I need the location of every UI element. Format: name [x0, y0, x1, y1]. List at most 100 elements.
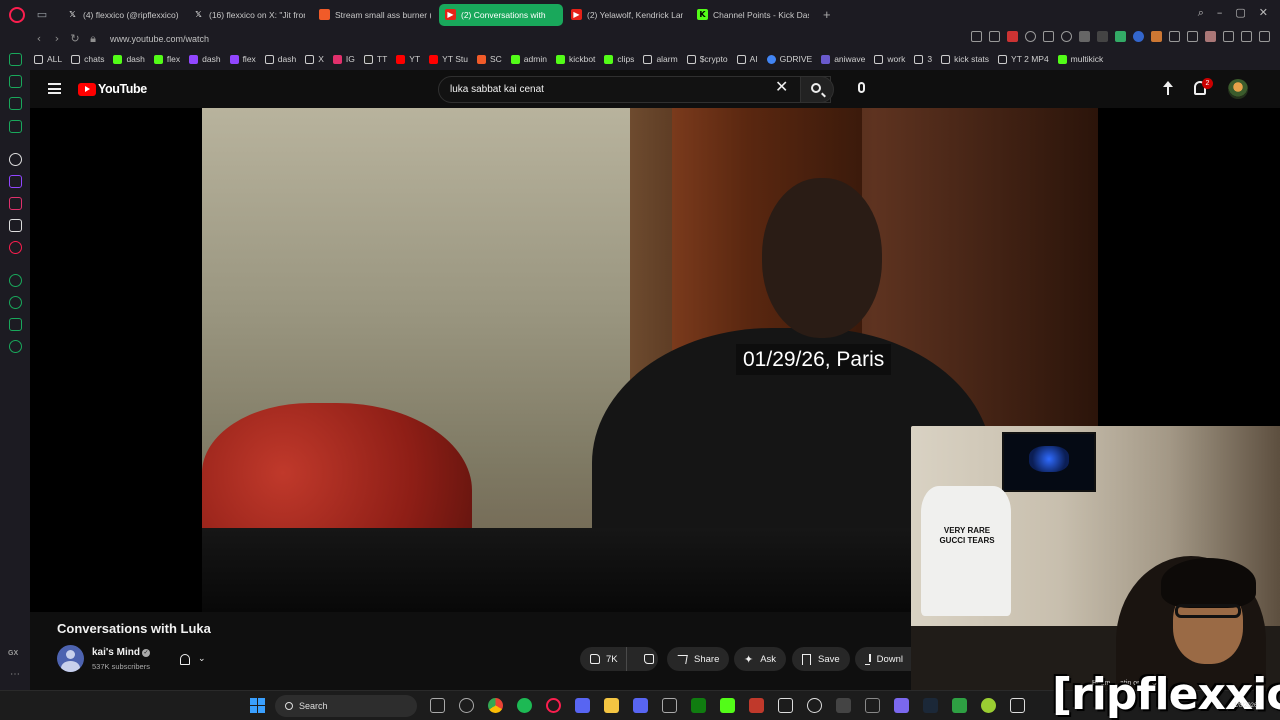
account-avatar[interactable] — [1228, 79, 1248, 99]
menu-hamburger-icon[interactable] — [48, 83, 61, 94]
forward-icon[interactable]: › — [48, 32, 66, 45]
channel-name[interactable]: kai's Mind — [92, 647, 140, 658]
clear-search-icon[interactable]: ✕ — [775, 79, 788, 95]
browser-tab[interactable]: Stream small ass burner ( — [313, 4, 437, 26]
play-icon[interactable] — [1043, 31, 1054, 42]
filter-icon[interactable] — [1169, 31, 1180, 42]
more-dots-icon[interactable]: ⋯ — [10, 669, 20, 680]
bookmark[interactable]: X — [305, 54, 324, 64]
browser-tab[interactable]: 𝕏 (16) flexxico on X: "Jit from — [187, 4, 311, 26]
heart-icon[interactable] — [1025, 31, 1036, 42]
app-icon[interactable] — [662, 698, 677, 713]
puzzle-icon[interactable] — [1187, 31, 1198, 42]
bookmark[interactable]: alarm — [643, 54, 678, 64]
save-button[interactable]: Save — [792, 647, 850, 671]
subscription-notifications-button[interactable]: ⌄ — [172, 648, 222, 670]
bookmark[interactable]: flex — [153, 54, 180, 64]
globe-icon[interactable] — [1133, 31, 1144, 42]
task-view-icon[interactable] — [430, 698, 445, 713]
tab-list-icon[interactable]: ▭ — [35, 8, 49, 22]
bookmark[interactable]: dash — [189, 54, 221, 64]
download-button[interactable]: Downl — [855, 647, 913, 671]
bookmark[interactable]: YT Stu — [429, 54, 468, 64]
x-icon[interactable] — [9, 219, 22, 232]
history-icon[interactable] — [9, 296, 22, 309]
app-icon[interactable] — [1010, 698, 1025, 713]
app-icon[interactable] — [749, 698, 764, 713]
bookmark[interactable]: ALL — [34, 54, 62, 64]
app-icon[interactable] — [836, 698, 851, 713]
dislike-button[interactable] — [634, 647, 664, 671]
steam-icon[interactable] — [923, 698, 938, 713]
opera-gx-icon[interactable] — [546, 698, 561, 713]
youtube-logo[interactable]: YouTube — [78, 82, 147, 96]
browser-tab[interactable]: 𝕏 (4) flexxico (@ripflexxico) — [61, 4, 185, 26]
settings-gear-icon[interactable] — [459, 698, 474, 713]
bookmark[interactable]: flex — [229, 54, 256, 64]
bookmark[interactable]: kickbot — [555, 54, 595, 64]
snapshot-icon[interactable] — [989, 31, 1000, 42]
chrome-icon[interactable] — [488, 698, 503, 713]
app-icon[interactable] — [720, 698, 735, 713]
browser-tab[interactable]: ▶ (2) Yelawolf, Kendrick Lam — [565, 4, 689, 26]
taskbar-search[interactable]: Search — [275, 695, 417, 717]
extension-icon[interactable] — [1115, 31, 1126, 42]
player-icon[interactable] — [9, 274, 22, 287]
xbox-icon[interactable] — [691, 698, 706, 713]
bookmark[interactable]: 3 — [914, 54, 932, 64]
bookmark[interactable]: aniwave — [821, 54, 865, 64]
profile-avatar-icon[interactable] — [1205, 31, 1216, 42]
share-button[interactable]: Share — [667, 647, 730, 671]
twitch-icon[interactable] — [9, 175, 22, 188]
bookmark[interactable]: YT 2 MP4 — [998, 54, 1049, 64]
instagram-icon[interactable] — [9, 197, 22, 210]
bookmark[interactable]: $crypto — [686, 54, 728, 64]
download-icon[interactable] — [1223, 31, 1234, 42]
bookmark[interactable]: chats — [71, 54, 104, 64]
app-icon[interactable] — [894, 698, 909, 713]
new-tab-button[interactable]: + — [823, 7, 831, 22]
bookmark[interactable]: IG — [332, 54, 355, 64]
upload-icon[interactable] — [1162, 81, 1174, 95]
windows-start-icon[interactable] — [250, 698, 265, 713]
back-icon[interactable]: ‹ — [30, 32, 48, 45]
bookmark[interactable]: work — [874, 54, 905, 64]
search-button[interactable] — [800, 76, 834, 103]
gx-corner-icon[interactable] — [9, 75, 22, 88]
maximize-icon[interactable]: ▢ — [1235, 6, 1245, 20]
bookmark[interactable]: dash — [264, 54, 296, 64]
calendar-icon[interactable] — [1097, 31, 1108, 42]
bookmark[interactable]: SC — [476, 54, 502, 64]
close-window-icon[interactable]: ✕ — [1259, 6, 1268, 20]
like-button[interactable]: 7K — [580, 647, 627, 671]
pin-icon[interactable] — [971, 31, 982, 42]
app-icon[interactable] — [865, 698, 880, 713]
bookmark[interactable]: kick stats — [941, 54, 989, 64]
app-icon[interactable] — [952, 698, 967, 713]
image-icon[interactable] — [1079, 31, 1090, 42]
bookmark[interactable]: YT — [396, 54, 420, 64]
search-input[interactable] — [450, 84, 770, 95]
speed-dial-icon[interactable] — [9, 53, 22, 66]
app-icon[interactable] — [981, 698, 996, 713]
opera-gx-logo-icon[interactable] — [9, 6, 25, 23]
ask-button[interactable]: ✦ Ask — [734, 647, 787, 671]
chatgpt-icon[interactable] — [807, 698, 822, 713]
minimize-icon[interactable]: – — [1217, 6, 1223, 20]
ai-icon[interactable] — [1241, 31, 1252, 42]
bookmark[interactable]: GDRIVE — [766, 54, 812, 64]
shield-icon[interactable] — [1007, 31, 1018, 42]
extension-icon[interactable] — [1151, 31, 1162, 42]
app-icon[interactable] — [633, 698, 648, 713]
bookmark[interactable]: clips — [604, 54, 634, 64]
url-field[interactable]: www.youtube.com/watch — [110, 34, 209, 44]
settings-gear-icon[interactable] — [9, 340, 22, 353]
flow-icon[interactable] — [9, 97, 22, 110]
file-explorer-icon[interactable] — [604, 698, 619, 713]
chatgpt-icon[interactable] — [9, 153, 22, 166]
bookmark[interactable]: TT — [363, 54, 387, 64]
bookmark[interactable]: AI — [736, 54, 758, 64]
search-tabs-icon[interactable]: ⌕ — [1198, 6, 1204, 20]
reload-icon[interactable]: ↻ — [66, 32, 84, 45]
heart-icon[interactable] — [1061, 31, 1072, 42]
